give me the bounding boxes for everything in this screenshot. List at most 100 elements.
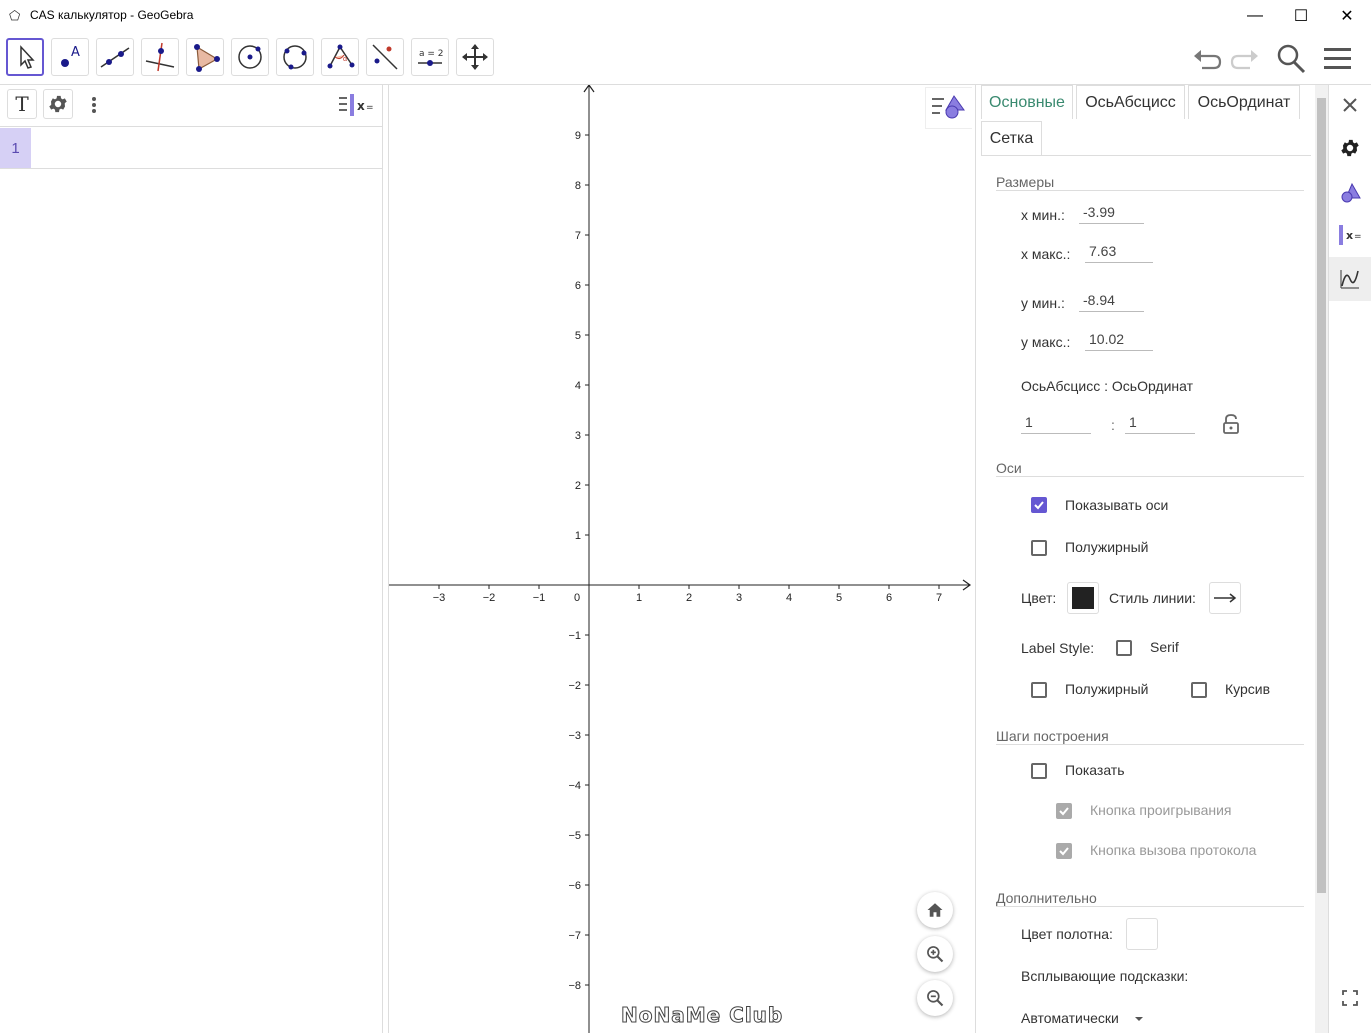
tooltips-dropdown[interactable]: Автоматически	[1021, 1008, 1161, 1030]
y-tick-label: 4	[575, 380, 581, 392]
label-style-label: Label Style:	[1021, 640, 1095, 656]
perpendicular-line-tool-button[interactable]	[141, 38, 179, 76]
zoom-in-button[interactable]	[917, 936, 953, 972]
minimize-button[interactable]: —	[1232, 0, 1278, 32]
polygon-tool-button[interactable]	[186, 38, 224, 76]
tab-x-axis[interactable]: ОсьАбсцисс	[1076, 85, 1185, 119]
watermark-text: NoNaMe Club	[620, 1003, 784, 1028]
ymax-field[interactable]: 10.02	[1085, 331, 1153, 351]
y-tick-label: 1	[575, 530, 581, 542]
ratio-x-field[interactable]: 1	[1021, 414, 1091, 434]
sidebar-global-settings-button[interactable]	[1335, 133, 1365, 163]
close-window-button[interactable]: ✕	[1324, 0, 1370, 32]
search-button[interactable]	[1274, 42, 1308, 76]
graphics-view[interactable]: −3 −2 −1 0 1 2 3 4 5 6 7 9 8 7 6 5 4 3 2 1 −1 −2 −3 −4 −5 −6 −7 −8 …	[388, 85, 972, 1033]
axes-bold-label: Полужирный	[1065, 539, 1149, 555]
serif-checkbox[interactable]	[1116, 640, 1132, 656]
axes-color-button[interactable]	[1067, 582, 1099, 614]
coordinate-axes: −3 −2 −1 0 1 2 3 4 5 6 7 9 8 7 6 5 4 3 2 1 −1 −2 −3 −4 −5 −6 −7 −8	[389, 85, 972, 1033]
background-color-button[interactable]	[1126, 918, 1158, 950]
text-style-button[interactable]: T	[7, 89, 37, 119]
main-menu-button[interactable]	[1321, 42, 1355, 76]
more-options-button[interactable]	[88, 95, 100, 115]
standard-view-button[interactable]	[917, 892, 953, 928]
slider-tool-button[interactable]: a = 2	[411, 38, 449, 76]
section-divider	[996, 190, 1304, 191]
zoom-out-button[interactable]	[917, 980, 953, 1016]
show-navigation-checkbox[interactable]	[1031, 763, 1047, 779]
advanced-section-title: Дополнительно	[996, 890, 1097, 906]
label-bold-checkbox[interactable]	[1031, 682, 1047, 698]
axis-ratio-label: ОсьАбсцисс : ОсьОрдинат	[1021, 378, 1194, 394]
ymin-field[interactable]: -8.94	[1079, 292, 1144, 312]
geometry-objects-icon	[1341, 182, 1361, 203]
ratio-lock-button[interactable]	[1221, 413, 1241, 435]
tab-y-axis[interactable]: ОсьОрдинат	[1188, 85, 1300, 119]
xmin-field[interactable]: -3.99	[1079, 204, 1144, 224]
cas-input-row[interactable]: 1	[0, 128, 382, 169]
move-tool-button[interactable]	[6, 38, 44, 76]
sidebar-objects-button[interactable]	[1335, 177, 1365, 207]
properties-scrollbar-thumb[interactable]	[1317, 98, 1326, 893]
point-icon: A	[61, 45, 80, 67]
main-toolbar: A α a = 2	[0, 32, 1371, 85]
play-button-checkbox	[1056, 803, 1072, 819]
protocol-button-label: Кнопка вызова протокола	[1090, 842, 1257, 858]
move-graphics-tool-button[interactable]	[456, 38, 494, 76]
label-italic-checkbox[interactable]	[1191, 682, 1207, 698]
y-tick-label: 6	[575, 280, 581, 292]
ratio-separator: :	[1111, 417, 1115, 433]
construction-steps-section-title: Шаги построения	[996, 728, 1109, 744]
sidebar-algebra-button[interactable]: x =	[1335, 220, 1365, 250]
redo-button[interactable]	[1228, 42, 1262, 76]
graphics-properties-panel: Основные ОсьАбсцисс ОсьОрдинат Сетка Раз…	[975, 85, 1316, 1033]
xmax-label: x макс.:	[1021, 246, 1071, 262]
point-tool-button[interactable]: A	[51, 38, 89, 76]
cas-settings-button[interactable]	[43, 89, 73, 119]
sidebar-graphics-button[interactable]	[1329, 257, 1371, 301]
undo-button[interactable]	[1190, 42, 1224, 76]
label-italic-label: Курсив	[1225, 681, 1271, 697]
gear-icon	[49, 95, 67, 113]
tab-grid[interactable]: Сетка	[981, 121, 1042, 155]
more-vertical-icon	[92, 97, 96, 113]
hamburger-menu-icon	[1324, 48, 1351, 69]
y-tick-label: −2	[568, 680, 581, 692]
checkmark-icon	[1034, 501, 1044, 510]
y-tick-label: 8	[575, 180, 581, 192]
cas-view-header: T x =	[0, 85, 382, 127]
tab-divider	[981, 155, 1311, 156]
graph-icon	[1340, 270, 1359, 289]
angle-icon: α	[327, 44, 355, 69]
y-tick-label: −8	[568, 980, 581, 992]
y-tick-label: 9	[575, 130, 581, 142]
fullscreen-button[interactable]	[1335, 983, 1365, 1013]
reflect-tool-button[interactable]	[366, 38, 404, 76]
axes-bold-checkbox[interactable]	[1031, 540, 1047, 556]
circle-three-points-tool-button[interactable]	[276, 38, 314, 76]
section-divider	[996, 476, 1304, 477]
x-tick-label: 1	[636, 592, 642, 604]
show-axes-label: Показывать оси	[1065, 497, 1169, 513]
x-tick-label: 3	[736, 592, 742, 604]
show-navigation-label: Показать	[1065, 762, 1125, 778]
svg-text:x: x	[357, 99, 365, 113]
xmax-field[interactable]: 7.63	[1085, 243, 1153, 263]
chevron-down-icon	[1135, 1017, 1143, 1021]
maximize-button[interactable]: ☐	[1278, 0, 1324, 32]
x-tick-label: −2	[483, 592, 496, 604]
line-tool-button[interactable]	[96, 38, 134, 76]
ratio-y-field[interactable]: 1	[1125, 414, 1195, 434]
line-style-button[interactable]	[1209, 582, 1241, 614]
graphics-style-bar-button[interactable]	[925, 87, 972, 129]
circle-center-point-tool-button[interactable]	[231, 38, 269, 76]
show-axes-checkbox[interactable]	[1031, 497, 1047, 513]
toggle-keyboard-button[interactable]: x =	[336, 92, 376, 118]
tooltips-value: Автоматически	[1021, 1010, 1119, 1026]
close-properties-button[interactable]	[1335, 90, 1365, 120]
angle-tool-button[interactable]: α	[321, 38, 359, 76]
x-tick-label: −3	[433, 592, 446, 604]
svg-text:=: =	[1354, 232, 1362, 242]
tab-basic[interactable]: Основные	[981, 85, 1073, 119]
ymin-label: y мин.:	[1021, 295, 1065, 311]
